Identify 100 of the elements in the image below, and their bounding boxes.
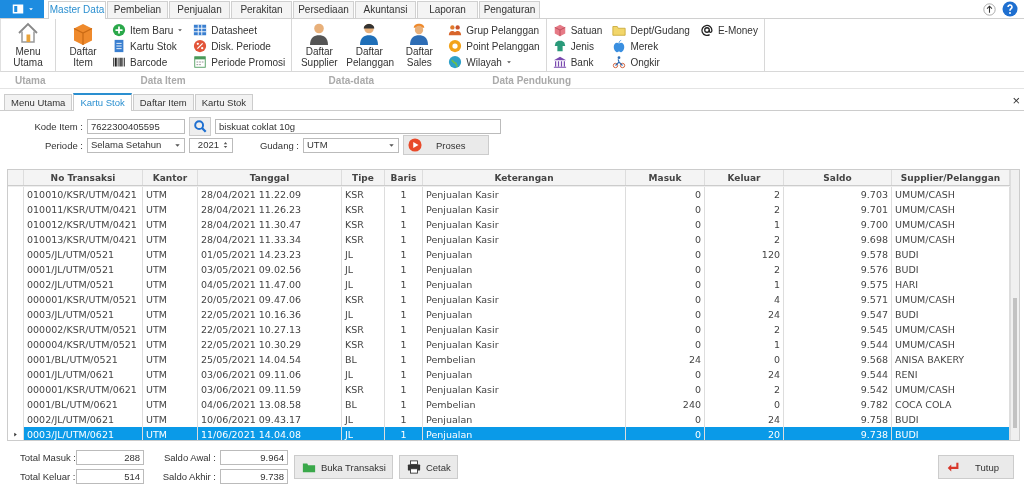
close-button[interactable]: Tutup: [938, 455, 1014, 480]
open-transaction-button[interactable]: Buka Transaksi: [294, 455, 393, 480]
app-menu-button[interactable]: [0, 0, 44, 18]
ribbon-tab[interactable]: Penjualan: [169, 1, 230, 18]
document-tab[interactable]: Menu Utama: [4, 94, 73, 111]
ribbon-button[interactable]: Kartu Stok: [110, 38, 186, 54]
column-header[interactable]: Masuk: [626, 169, 705, 185]
ribbon-tab[interactable]: Master Data: [48, 1, 106, 19]
ribbon-tab[interactable]: Laporan: [417, 1, 478, 18]
column-header[interactable]: Tanggal: [198, 169, 342, 185]
table-cell: Penjualan Kasir: [423, 336, 626, 352]
caret-icon: [27, 6, 34, 12]
column-header[interactable]: Keluar: [705, 169, 784, 185]
ribbon-button[interactable]: Daftar Item: [58, 19, 108, 69]
item-code-field[interactable]: 7622300405595: [87, 118, 185, 134]
table-cell: UTM: [143, 201, 198, 217]
caret-icon: [174, 141, 181, 149]
table-cell: UTM: [143, 186, 198, 202]
close-button[interactable]: ×: [1012, 94, 1020, 109]
ribbon-button[interactable]: Disk. Periode: [191, 38, 288, 54]
ribbon-tab[interactable]: Pengaturan: [479, 1, 540, 18]
table-cell: 1: [385, 396, 423, 412]
ribbon-button[interactable]: Daftar Supplier: [294, 19, 345, 69]
table-cell: 2: [705, 261, 784, 277]
table-row[interactable]: 0001/BL/UTM/0521 UTM 25/05/2021 14.04.54 BL 1 Pembelian 24 0 9.568 ANISA BAKERY: [8, 351, 1010, 367]
column-header[interactable]: No Transaksi: [24, 169, 143, 185]
ribbon-tab[interactable]: Perakitan: [231, 1, 292, 18]
scrollbar-thumb[interactable]: [1013, 298, 1017, 429]
process-button[interactable]: Proses: [403, 135, 489, 156]
table-row[interactable]: 010013/KSR/UTM/0421 UTM 28/04/2021 11.33.34 KSR 1 Penjualan Kasir 0 2 9.698 UMUM/CASH: [8, 231, 1010, 247]
ribbon-button[interactable]: Periode Promosi: [191, 54, 288, 70]
table-row[interactable]: 0002/JL/UTM/0521 UTM 04/05/2021 11.47.00 JL 1 Penjualan 0 1 9.575 HARI: [8, 276, 1010, 292]
table-row[interactable]: 010010/KSR/UTM/0421 UTM 28/04/2021 11.22.09 KSR 1 Penjualan Kasir 0 2 9.703 UMUM/CASH: [8, 186, 1010, 202]
table-cell: 0003/JL/UTM/0621: [24, 426, 143, 441]
table-cell: UTM: [143, 261, 198, 277]
table-row[interactable]: 0001/JL/UTM/0521 UTM 03/05/2021 09.02.56 JL 1 Penjualan 0 2 9.576 BUDI: [8, 261, 1010, 277]
table-row[interactable]: 0001/JL/UTM/0621 UTM 03/06/2021 09.11.06 JL 1 Penjualan 0 24 9.544 RENI: [8, 366, 1010, 382]
ribbon-button[interactable]: Menu Utama: [3, 19, 53, 69]
ribbon-button[interactable]: Daftar Pelanggan: [344, 19, 395, 69]
item-name-field[interactable]: biskuat coklat 10g: [215, 118, 501, 134]
table-cell: UTM: [143, 231, 198, 247]
ribbon-button[interactable]: Barcode: [110, 54, 186, 70]
ribbon-button[interactable]: Dept/Gudang: [610, 22, 692, 38]
warehouse-dropdown[interactable]: UTM: [303, 137, 399, 153]
table-row[interactable]: 000004/KSR/UTM/0521 UTM 22/05/2021 10.30.29 KSR 1 Penjualan Kasir 0 1 9.544 UMUM/CASH: [8, 336, 1010, 352]
help-icon: [1002, 1, 1018, 17]
ribbon-button[interactable]: Bank: [550, 54, 605, 70]
table-cell: 24: [626, 351, 705, 367]
document-tab[interactable]: Daftar Item: [132, 94, 194, 111]
search-button[interactable]: [189, 116, 211, 136]
ribbon-button[interactable]: Wilayah: [446, 54, 542, 70]
table-row[interactable]: 0003/JL/UTM/0521 UTM 22/05/2021 10.16.36 JL 1 Penjualan 0 24 9.547 BUDI: [8, 306, 1010, 322]
table-row[interactable]: 010011/KSR/UTM/0421 UTM 28/04/2021 11.26.23 KSR 1 Penjualan Kasir 0 2 9.701 UMUM/CASH: [8, 201, 1010, 217]
cube-icon: [552, 23, 567, 37]
group-label: Data-data: [327, 74, 375, 86]
print-button[interactable]: Cetak: [398, 455, 458, 480]
ribbon-button[interactable]: E-Money: [697, 22, 760, 38]
column-header[interactable]: Kantor: [143, 169, 198, 185]
table-cell: 04/06/2021 13.08.58: [198, 396, 342, 412]
table-cell: 000001/KSR/UTM/0521: [24, 291, 143, 307]
column-header[interactable]: Tipe: [342, 169, 385, 185]
ribbon-button[interactable]: Grup Pelanggan: [446, 22, 542, 38]
ribbon-button[interactable]: Item Baru: [110, 22, 186, 38]
table-cell: 0: [626, 291, 705, 307]
ribbon-button[interactable]: Satuan: [550, 22, 605, 38]
table-cell: 0001/BL/UTM/0521: [24, 351, 143, 367]
ribbon-button[interactable]: Merek: [610, 38, 692, 54]
table-cell: 9.701: [784, 201, 892, 217]
table-row[interactable]: 010012/KSR/UTM/0421 UTM 28/04/2021 11.30.47 KSR 1 Penjualan Kasir 0 1 9.700 UMUM/CASH: [8, 216, 1010, 232]
ribbon-tab[interactable]: Pembelian: [107, 1, 168, 18]
table-cell: 1: [385, 411, 423, 427]
table-row[interactable]: 0001/BL/UTM/0621 UTM 04/06/2021 13.08.58 BL 1 Pembelian 240 0 9.782 COCA COLA: [8, 396, 1010, 412]
table-row[interactable]: 000001/KSR/UTM/0521 UTM 20/05/2021 09.47.06 KSR 1 Penjualan Kasir 0 4 9.571 UMUM/CASH: [8, 291, 1010, 307]
table-cell: 2: [705, 201, 784, 217]
ribbon-button[interactable]: Point Pelanggan: [446, 38, 542, 54]
column-header[interactable]: Baris: [385, 169, 423, 185]
table-row[interactable]: 0002/JL/UTM/0621 UTM 10/06/2021 09.43.17 JL 1 Penjualan 0 24 9.758 BUDI: [8, 411, 1010, 427]
table-cell: 22/05/2021 10.27.13: [198, 321, 342, 337]
scrollbar[interactable]: [1010, 169, 1019, 441]
column-header[interactable]: Keterangan: [423, 169, 626, 185]
table-cell: BL: [342, 396, 385, 412]
table-cell: Penjualan Kasir: [423, 186, 626, 202]
table-cell: Penjualan: [423, 411, 626, 427]
ribbon-button[interactable]: Daftar Sales: [394, 19, 445, 69]
ribbon-button[interactable]: Datasheet: [191, 22, 288, 38]
ribbon-tab[interactable]: Persediaan: [293, 1, 354, 18]
table-row[interactable]: 000001/KSR/UTM/0621 UTM 03/06/2021 09.11.59 KSR 1 Penjualan Kasir 0 2 9.542 UMUM/CASH: [8, 381, 1010, 397]
table-cell: BL: [342, 351, 385, 367]
table-cell: JL: [342, 306, 385, 322]
table-row[interactable]: 000002/KSR/UTM/0521 UTM 22/05/2021 10.27.13 KSR 1 Penjualan Kasir 0 2 9.545 UMUM/CASH: [8, 321, 1010, 337]
document-tab[interactable]: Kartu Stok: [73, 93, 132, 112]
ribbon-button[interactable]: Ongkir: [610, 54, 692, 70]
column-header[interactable]: Saldo: [784, 169, 892, 185]
table-row[interactable]: 0005/JL/UTM/0521 UTM 01/05/2021 14.23.23 JL 1 Penjualan 0 120 9.578 BUDI: [8, 246, 1010, 262]
period-dropdown[interactable]: Selama Setahun: [87, 137, 185, 153]
document-tab[interactable]: Kartu Stok: [194, 94, 254, 111]
ribbon-tab[interactable]: Akuntansi: [355, 1, 416, 18]
ribbon-button[interactable]: Jenis: [550, 38, 605, 54]
table-cell: 04/05/2021 11.47.00: [198, 276, 342, 292]
year-spinner[interactable]: 2021: [189, 137, 233, 153]
